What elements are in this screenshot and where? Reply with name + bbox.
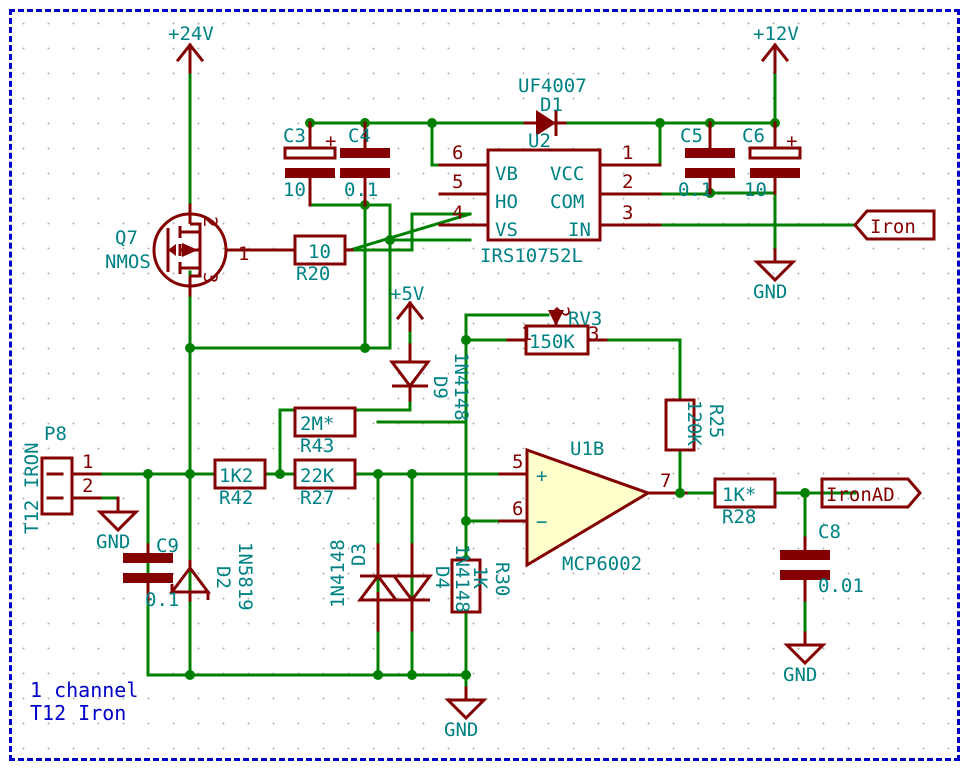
u2-pin5: 5 (452, 171, 463, 193)
r30-value: 1K (469, 566, 491, 589)
r25-value: 120K (683, 400, 705, 446)
c6-value: 10 (744, 179, 767, 201)
u1b-noninverting-symbol: + (536, 465, 547, 487)
r43-value: 2M* (300, 413, 334, 435)
gnd-label-c8: GND (783, 664, 817, 686)
c9-ref: C9 (156, 535, 179, 557)
r28-value: 1K* (722, 484, 756, 506)
power-symbol-12v (760, 42, 790, 74)
connector-p8 (40, 456, 74, 516)
power-label-24v: +24V (168, 23, 214, 45)
rv3-value: 150K (529, 331, 575, 353)
d3-ref: D3 (348, 543, 370, 566)
u1b-pin5: 5 (512, 451, 523, 473)
d3-value: 1N4148 (327, 539, 349, 608)
c4-value: 0.1 (344, 179, 378, 201)
d9-value: 1N4148 (450, 352, 472, 421)
r30-ref: R30 (491, 562, 513, 596)
u2-pin3: 3 (622, 202, 633, 224)
r42-ref: R42 (219, 487, 253, 509)
power-label-12v: +12V (753, 23, 799, 45)
sheet-note-line2: T12 Iron (30, 701, 126, 725)
power-label-5v: +5V (390, 283, 424, 305)
u1b-value: MCP6002 (562, 553, 642, 575)
u2-pinname-vb: VB (495, 163, 518, 185)
u2-pin1: 1 (622, 142, 633, 164)
d9-ref: D9 (429, 376, 451, 399)
c3-value: 10 (283, 179, 306, 201)
r20-ref: R20 (296, 263, 330, 285)
q7-pin2: 2 (199, 216, 221, 227)
u2-pin2: 2 (622, 171, 633, 193)
sheet-note-line1: 1 channel (30, 678, 138, 702)
gnd-label-u2: GND (753, 281, 787, 303)
u1b-inverting-symbol: − (536, 511, 547, 533)
d2-value: 1N5819 (234, 542, 256, 611)
u2-pinname-vcc: VCC (550, 163, 584, 185)
r28-ref: R28 (722, 506, 756, 528)
c8-ref: C8 (818, 521, 841, 543)
r27-value: 22K (300, 465, 335, 487)
c5-value: 0.1 (678, 179, 712, 201)
r25-ref: R25 (705, 404, 727, 438)
schematic-drawing: +24V +12V +5V GND GND GND GND Iron IronA… (21, 23, 936, 741)
power-symbol-24v (175, 42, 205, 74)
gnd-symbol-c8 (783, 631, 827, 666)
u2-pin6: 6 (452, 142, 463, 164)
gnd-label-p8: GND (96, 531, 130, 553)
net-label-ironad[interactable]: IronAD (826, 484, 895, 506)
d1-ref: D1 (540, 94, 563, 116)
u2-ref: U2 (528, 130, 551, 152)
c6-polarity: + (786, 130, 797, 152)
q7-pin3: 3 (199, 272, 221, 283)
r42-value: 1K2 (219, 465, 253, 487)
r20-value: 10 (308, 241, 331, 263)
r43-ref: R43 (300, 435, 334, 457)
p8-value: T12 IRON (21, 442, 43, 534)
p8-pin2: 2 (82, 475, 93, 497)
gnd-symbol-bottom (444, 686, 488, 721)
d4-ref: D4 (431, 566, 453, 589)
gnd-symbol-u2 (753, 248, 797, 283)
q7-value: NMOS (105, 251, 151, 273)
u2-pinname-in: IN (568, 219, 591, 241)
rv3-pin3: 3 (588, 323, 599, 345)
rv3-pin1: 1 (521, 323, 532, 345)
u2-pinname-vs: VS (495, 219, 518, 241)
c8-value: 0.01 (818, 575, 864, 597)
c3-ref: C3 (283, 125, 306, 147)
d2-ref: D2 (212, 566, 234, 589)
c9-value: 0.1 (145, 589, 179, 611)
q7-pin1: 1 (238, 243, 249, 265)
u2-value: IRS10752L (480, 245, 583, 267)
u2-pin4: 4 (452, 202, 463, 224)
p8-ref: P8 (44, 423, 67, 445)
diode-d9 (389, 343, 431, 402)
rv3-pin2: 2 (551, 306, 573, 317)
power-symbol-5v (395, 300, 425, 332)
q7-ref: Q7 (115, 227, 138, 249)
c4-ref: C4 (348, 125, 371, 147)
schematic-sheet: +24V +12V +5V GND GND GND GND Iron IronA… (0, 0, 971, 772)
u1b-pin7: 7 (660, 470, 671, 492)
c5-ref: C5 (680, 125, 703, 147)
gnd-symbol-p8 (96, 496, 140, 533)
u2-pinname-ho: HO (495, 191, 518, 213)
p8-pin1: 1 (82, 451, 93, 473)
c3-polarity: + (325, 130, 336, 152)
net-label-iron[interactable]: Iron (870, 216, 916, 238)
u1b-ref: U1B (570, 438, 604, 460)
c6-ref: C6 (742, 125, 765, 147)
u2-pinname-com: COM (550, 191, 584, 213)
gnd-label-bottom: GND (444, 719, 478, 741)
r27-ref: R27 (300, 487, 334, 509)
u1b-pin6: 6 (512, 498, 523, 520)
